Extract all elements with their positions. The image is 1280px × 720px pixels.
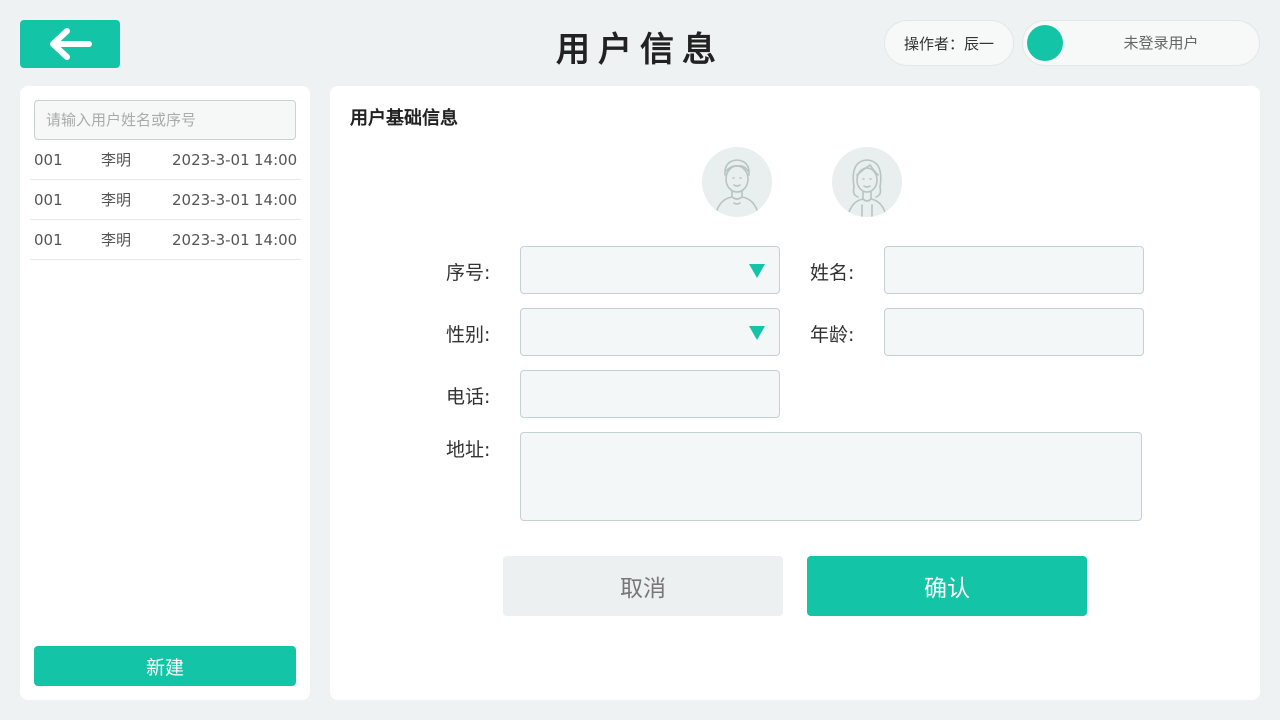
address-label: 地址: [446,439,491,461]
female-avatar-icon[interactable] [832,147,902,217]
user-name: 李明 [101,151,132,169]
list-item[interactable]: 001 李明 2023-3-01 14:00 [30,220,301,260]
user-time: 14:00 [254,150,298,169]
list-item[interactable]: 001 李明 2023-3-01 14:00 [30,140,301,180]
gender-label: 性别: [446,324,491,346]
cancel-button[interactable]: 取消 [503,556,783,616]
list-item[interactable]: 001 李明 2023-3-01 14:00 [30,180,301,220]
user-id: 001 [34,190,63,209]
name-field[interactable] [884,246,1144,294]
user-id: 001 [34,230,63,249]
phone-field[interactable] [520,370,780,418]
caret-down-icon [749,326,765,340]
age-label: 年龄: [810,324,855,346]
user-time: 14:00 [254,230,298,249]
user-date: 2023-3-01 [172,190,250,209]
search-input[interactable] [34,100,296,140]
section-title: 用户基础信息 [350,108,458,129]
user-list-panel: 001 李明 2023-3-01 14:00 001 李明 2023-3-01 … [20,86,310,700]
age-field[interactable] [884,308,1144,356]
user-id: 001 [34,150,63,169]
serial-select[interactable] [520,246,780,294]
confirm-button[interactable]: 确认 [807,556,1087,616]
serial-label: 序号: [446,262,491,284]
user-date: 2023-3-01 [172,150,250,169]
user-name: 李明 [101,231,132,249]
user-info-panel: 用户基础信息 序号: 姓名: 性别: 年龄: 电话: 地址: 取消 确认 [330,86,1260,700]
caret-down-icon [749,264,765,278]
male-avatar-icon[interactable] [702,147,772,217]
new-user-button[interactable]: 新建 [34,646,296,686]
login-toggle[interactable]: 未登录用户 [1022,20,1260,66]
user-list: 001 李明 2023-3-01 14:00 001 李明 2023-3-01 … [30,140,301,260]
name-label: 姓名: [810,262,855,284]
address-field[interactable] [520,432,1142,521]
gender-select[interactable] [520,308,780,356]
user-date: 2023-3-01 [172,230,250,249]
operator-badge: 操作者：辰一 [884,20,1014,66]
phone-label: 电话: [446,386,491,408]
user-time: 14:00 [254,190,298,209]
login-status-text: 未登录用户 [1123,34,1199,52]
user-name: 李明 [101,191,132,209]
login-status-dot [1027,25,1063,61]
